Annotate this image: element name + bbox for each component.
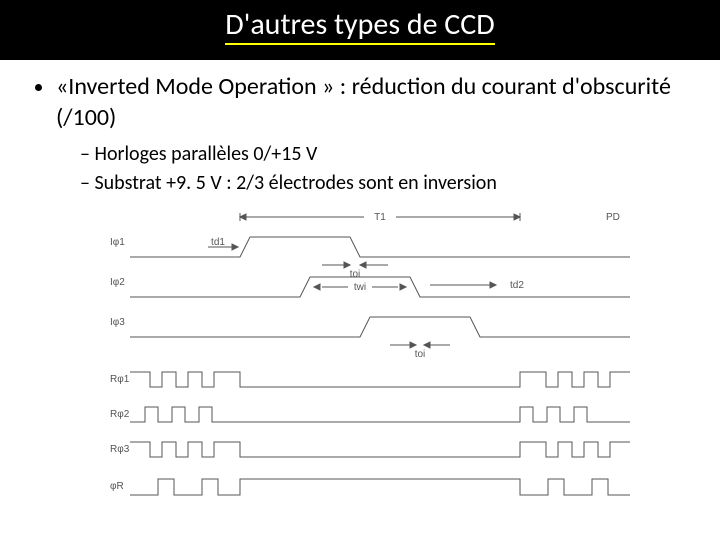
label-PD: PD bbox=[606, 212, 620, 223]
label-s3: Iφ3 bbox=[110, 317, 125, 328]
label-s4: Rφ1 bbox=[110, 374, 130, 385]
slide-content: «Inverted Mode Operation » : réduction d… bbox=[0, 60, 720, 540]
page-title: D'autres types de CCD bbox=[225, 6, 495, 45]
label-td1: td1 bbox=[211, 237, 225, 248]
title-bar: D'autres types de CCD bbox=[0, 6, 720, 45]
label-T1: T1 bbox=[374, 212, 386, 223]
label-twi: twi bbox=[354, 282, 366, 293]
bullet-1: «Inverted Mode Operation » : réduction d… bbox=[56, 72, 720, 197]
label-s6: Rφ3 bbox=[110, 444, 130, 455]
label-s7: φR bbox=[110, 481, 124, 492]
sub-bullet-2: Substrat +9. 5 V : 2/3 électrodes sont e… bbox=[80, 170, 692, 197]
label-s2: Iφ2 bbox=[110, 277, 125, 288]
label-s1: Iφ1 bbox=[110, 237, 125, 248]
label-td2: td2 bbox=[510, 280, 524, 291]
label-toi1: toi bbox=[350, 269, 361, 280]
bullet-1-text: «Inverted Mode Operation » : réduction d… bbox=[56, 72, 671, 132]
sub-bullet-1: Horloges parallèles 0/+15 V bbox=[80, 141, 692, 168]
timing-diagram: T1 PD Iφ1 td1 toi Iφ2 twi bbox=[90, 207, 630, 507]
bullet-list: «Inverted Mode Operation » : réduction d… bbox=[30, 72, 720, 197]
label-toi2: toi bbox=[415, 349, 426, 360]
sub-bullet-list: Horloges parallèles 0/+15 V Substrat +9.… bbox=[80, 141, 692, 197]
label-s5: Rφ2 bbox=[110, 409, 130, 420]
